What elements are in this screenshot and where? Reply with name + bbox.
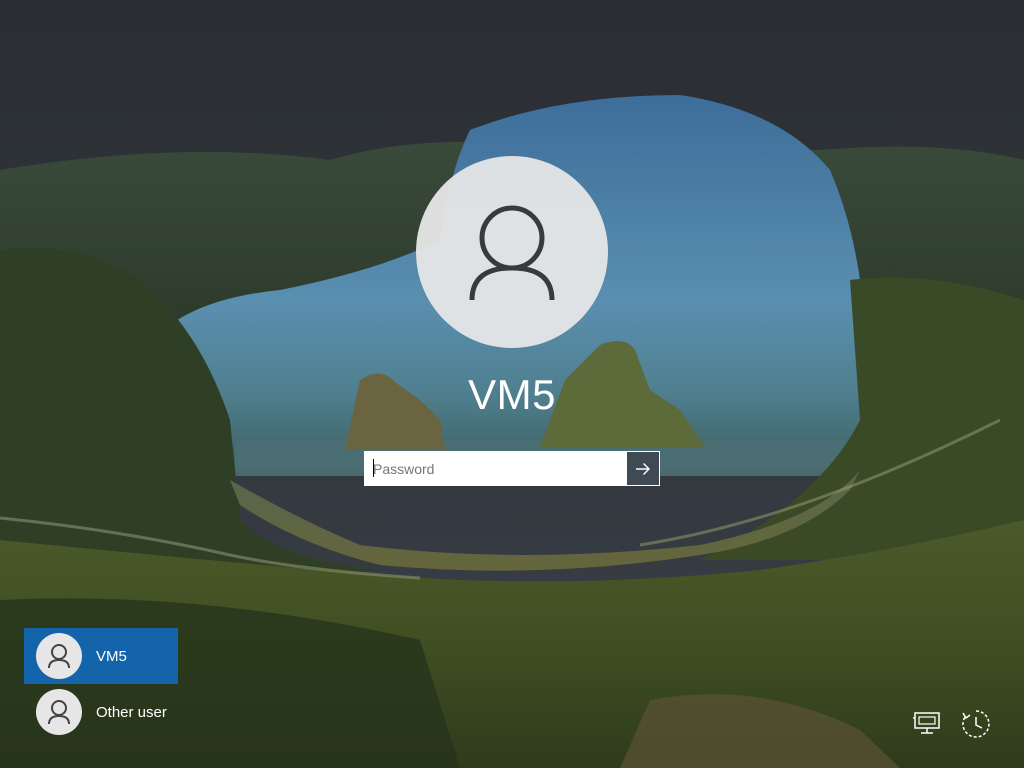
power-button[interactable] [958,706,994,742]
password-input[interactable] [365,452,626,485]
lock-screen: VM5 VM5 Other user [0,0,1024,768]
user-silhouette-icon [469,205,555,301]
user-avatar [416,156,608,348]
avatar [36,633,82,679]
username-label: VM5 [468,371,556,418]
user-tile-vm5[interactable]: VM5 [24,628,178,684]
text-caret [373,459,374,477]
user-silhouette-icon [48,644,70,669]
power-icon [962,710,990,738]
network-button[interactable] [910,706,946,742]
password-box [364,451,660,486]
user-tile-other-user[interactable]: Other user [24,684,178,740]
arrow-right-icon [636,462,650,475]
user-tile-label: VM5 [96,647,127,665]
network-icon [913,712,940,734]
user-silhouette-icon [48,700,70,725]
avatar [36,689,82,735]
user-tile-label: Other user [96,703,167,721]
submit-button[interactable] [626,452,659,485]
